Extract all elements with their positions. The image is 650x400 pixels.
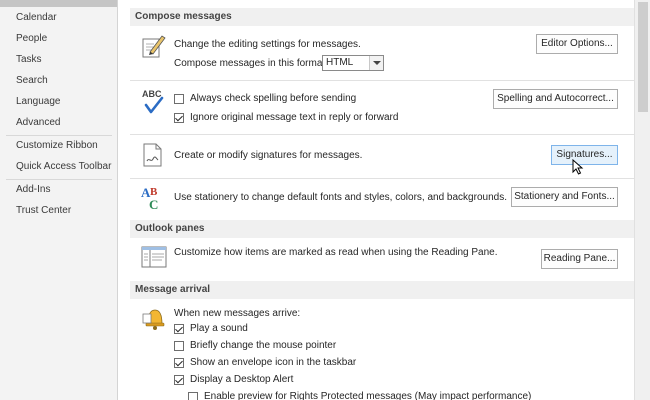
sidebar-item-customize-ribbon[interactable]: Customize Ribbon bbox=[0, 136, 117, 156]
desktop-alert-checkbox[interactable] bbox=[174, 375, 184, 385]
signatures-text: Create or modify signatures for messages… bbox=[174, 150, 363, 161]
options-sidebar: Calendar People Tasks Search Language Ad… bbox=[0, 0, 118, 400]
change-mouse-pointer-label: Briefly change the mouse pointer bbox=[190, 340, 337, 351]
mouse-pointer-icon bbox=[572, 158, 584, 175]
sidebar-item-add-ins[interactable]: Add-Ins bbox=[0, 180, 117, 200]
spelling-abc-check-icon: ABC bbox=[140, 87, 168, 115]
stationery-abc-icon: A B C bbox=[140, 183, 168, 212]
stationery-text: Use stationery to change default fonts a… bbox=[174, 192, 507, 203]
reading-pane-text: Customize how items are marked as read w… bbox=[174, 247, 498, 258]
ignore-original-text-label: Ignore original message text in reply or… bbox=[190, 112, 399, 123]
scrollbar-thumb[interactable] bbox=[638, 2, 648, 112]
always-check-spelling-label: Always check spelling before sending bbox=[190, 93, 357, 104]
spelling-autocorrect-button[interactable]: Spelling and Autocorrect... bbox=[493, 89, 618, 109]
stationery-fonts-button[interactable]: Stationery and Fonts... bbox=[511, 187, 618, 207]
section-heading-message-arrival: Message arrival bbox=[130, 281, 634, 299]
signature-icon bbox=[140, 141, 168, 169]
mail-options-content: Compose messages Change the editing sett… bbox=[118, 0, 650, 400]
spelling-icon-text: ABC bbox=[142, 89, 162, 99]
vertical-scrollbar[interactable] bbox=[634, 0, 650, 400]
sidebar-item-advanced[interactable]: Advanced bbox=[0, 113, 117, 133]
bell-icon bbox=[140, 304, 168, 332]
edit-pen-icon bbox=[140, 32, 168, 60]
rights-protected-preview-checkbox[interactable] bbox=[188, 392, 198, 400]
envelope-icon-taskbar-label: Show an envelope icon in the taskbar bbox=[190, 357, 357, 368]
row-divider bbox=[130, 134, 634, 135]
chevron-down-icon[interactable] bbox=[369, 56, 383, 70]
compose-format-label: Compose messages in this format: bbox=[174, 58, 328, 69]
play-sound-label: Play a sound bbox=[190, 323, 248, 334]
reading-pane-icon bbox=[140, 243, 168, 271]
sidebar-item-people[interactable]: People bbox=[0, 29, 117, 49]
reading-pane-button[interactable]: Reading Pane... bbox=[541, 249, 618, 269]
compose-format-select[interactable]: HTML bbox=[322, 55, 384, 71]
sidebar-item-language[interactable]: Language bbox=[0, 92, 117, 112]
sidebar-item-calendar[interactable]: Calendar bbox=[0, 8, 117, 28]
rights-protected-preview-label: Enable preview for Rights Protected mess… bbox=[204, 391, 532, 400]
editing-settings-text: Change the editing settings for messages… bbox=[174, 39, 361, 50]
new-messages-intro: When new messages arrive: bbox=[174, 308, 301, 319]
sidebar-selected-item-remnant[interactable] bbox=[0, 0, 117, 7]
row-divider bbox=[130, 80, 634, 81]
always-check-spelling-checkbox[interactable] bbox=[174, 94, 184, 104]
sidebar-item-tasks[interactable]: Tasks bbox=[0, 50, 117, 70]
editor-options-button[interactable]: Editor Options... bbox=[536, 34, 618, 54]
sidebar-item-search[interactable]: Search bbox=[0, 71, 117, 91]
compose-format-value: HTML bbox=[326, 57, 354, 68]
sidebar-item-quick-access-toolbar[interactable]: Quick Access Toolbar bbox=[0, 157, 117, 177]
ignore-original-text-checkbox[interactable] bbox=[174, 113, 184, 123]
row-divider bbox=[130, 178, 634, 179]
envelope-icon-taskbar-checkbox[interactable] bbox=[174, 358, 184, 368]
signatures-button[interactable]: Signatures... bbox=[551, 145, 618, 165]
change-mouse-pointer-checkbox[interactable] bbox=[174, 341, 184, 351]
sidebar-item-trust-center[interactable]: Trust Center bbox=[0, 201, 117, 221]
desktop-alert-label: Display a Desktop Alert bbox=[190, 374, 294, 385]
play-sound-checkbox[interactable] bbox=[174, 324, 184, 334]
section-heading-compose-messages: Compose messages bbox=[130, 8, 634, 26]
stationery-icon-letter-c: C bbox=[149, 197, 158, 211]
section-heading-outlook-panes: Outlook panes bbox=[130, 220, 634, 238]
